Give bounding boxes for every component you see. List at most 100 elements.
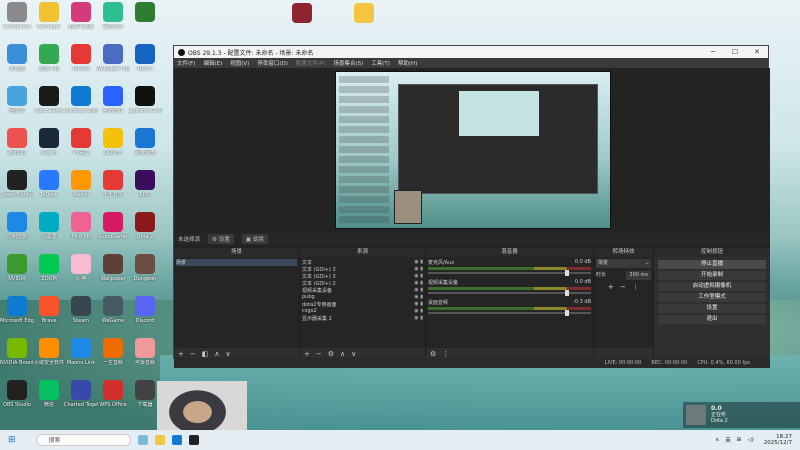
source-settings-button[interactable]: ⚙ 设置 bbox=[208, 234, 234, 244]
visibility-lock-icons[interactable]: ◉ ▮ bbox=[414, 273, 423, 280]
desktop-icon[interactable]: 千千音乐 bbox=[96, 170, 130, 198]
desktop-folder[interactable] bbox=[347, 3, 381, 25]
desktop-icon[interactable]: Logitech G HUB bbox=[128, 86, 162, 114]
move-down-button[interactable]: ∨ bbox=[226, 350, 231, 358]
visibility-lock-icons[interactable]: ◉ ▮ bbox=[414, 294, 423, 301]
desktop-icon[interactable]: 一生音频 bbox=[96, 338, 130, 366]
desktop-icon[interactable]: Wallpaper bbox=[96, 254, 130, 282]
media-widget[interactable]: 0.0 正在听 Dota 2 bbox=[683, 402, 800, 428]
visibility-lock-icons[interactable]: ◉ ▮ bbox=[414, 308, 423, 315]
desktop-icon[interactable]: NVIDIA bbox=[0, 254, 34, 282]
visibility-lock-icons[interactable]: ◉ ▮ bbox=[414, 301, 423, 308]
volume-slider[interactable] bbox=[428, 290, 591, 296]
desktop-icon[interactable]: 此电脑 bbox=[0, 44, 34, 72]
menu-tools[interactable]: 工具(T) bbox=[371, 59, 390, 67]
add-transition-button[interactable]: + bbox=[608, 283, 614, 291]
desktop-icon[interactable]: Steam bbox=[32, 128, 66, 156]
source-item[interactable]: 视频采集设备 ◉ ▮ bbox=[302, 287, 423, 294]
desktop-icon[interactable]: 腾讯QQ bbox=[0, 128, 34, 156]
scene-item[interactable]: 场景 bbox=[176, 259, 297, 266]
desktop-icon[interactable]: 腾讯游戏 bbox=[96, 86, 130, 114]
start-button-icon[interactable]: ⊞ bbox=[8, 435, 16, 445]
desktop-icon[interactable]: NVIDIA Broadcast bbox=[0, 338, 34, 366]
source-item[interactable]: 显示器采集 2 ◉ ▮ bbox=[302, 315, 423, 322]
source-item[interactable]: 文本 ◉ ▮ bbox=[302, 259, 423, 266]
visibility-lock-icons[interactable]: ◉ ▮ bbox=[414, 280, 423, 287]
desktop-icon[interactable]: WeGame bbox=[96, 296, 130, 324]
edge-icon[interactable] bbox=[171, 435, 182, 445]
desktop-icon[interactable]: Wallpaper Engine bbox=[96, 44, 130, 72]
source-item[interactable]: csgo2 ◉ ▮ bbox=[302, 308, 423, 315]
desktop-icon[interactable]: 原神 bbox=[64, 254, 98, 282]
desktop-icon[interactable]: Microsoft Edge bbox=[64, 86, 98, 114]
scenes-list[interactable]: 场景 bbox=[174, 257, 299, 348]
desktop-icon[interactable]: YY语音 bbox=[64, 128, 98, 156]
desktop-icon[interactable]: 迅雷下载 bbox=[32, 44, 66, 72]
desktop-icon[interactable]: MEmu bbox=[128, 44, 162, 72]
remove-source-button[interactable]: − bbox=[316, 350, 322, 358]
source-down-button[interactable]: ∨ bbox=[351, 350, 356, 358]
volume-slider[interactable] bbox=[428, 310, 591, 316]
move-up-button[interactable]: ∧ bbox=[214, 350, 219, 358]
desktop-icon[interactable]: Weixin bbox=[64, 170, 98, 198]
desktop-icon[interactable]: GoodGame bbox=[96, 212, 130, 240]
menu-help[interactable]: 帮助(H) bbox=[398, 59, 417, 67]
desktop-icon[interactable]: 火绒安全软件 bbox=[32, 338, 66, 366]
close-button[interactable]: ✕ bbox=[746, 48, 768, 56]
desktop-icon[interactable]: 剪映专业版 bbox=[64, 2, 98, 30]
remove-transition-button[interactable]: − bbox=[620, 283, 626, 291]
obs-taskbar-icon[interactable] bbox=[188, 435, 199, 445]
network-icon[interactable]: ⊞ bbox=[737, 437, 742, 443]
duration-input[interactable]: 300 ms bbox=[626, 271, 651, 280]
maximize-button[interactable]: ☐ bbox=[724, 48, 746, 56]
task-view-icon[interactable] bbox=[137, 435, 148, 445]
source-item[interactable]: pubg ◉ ▮ bbox=[302, 294, 423, 301]
preview-canvas[interactable] bbox=[335, 71, 611, 229]
source-properties-button[interactable]: ⚙ bbox=[328, 350, 334, 358]
menu-file[interactable]: 文件(F) bbox=[177, 59, 195, 67]
desktop-icon[interactable]: 回收站 bbox=[0, 86, 34, 114]
desktop-icon[interactable]: Discord bbox=[128, 296, 162, 324]
menu-view[interactable]: 视图(V) bbox=[230, 59, 249, 67]
search-input[interactable]: 搜索 bbox=[35, 434, 131, 446]
desktop-icon[interactable]: Pico VR bbox=[64, 212, 98, 240]
desktop-icon[interactable]: Microsoft Edge bbox=[0, 296, 34, 324]
volume-slider[interactable] bbox=[428, 270, 591, 276]
desktop-icon[interactable]: Steam bbox=[64, 296, 98, 324]
transition-menu-icon[interactable]: ⋮ bbox=[632, 283, 639, 291]
desktop-icon[interactable]: 控制面板 bbox=[0, 212, 34, 240]
volume-icon[interactable]: ◁) bbox=[747, 437, 753, 443]
control-button[interactable]: 设置 bbox=[658, 304, 766, 313]
desktop-icon[interactable]: QQ音乐 bbox=[96, 128, 130, 156]
add-source-button[interactable]: + bbox=[304, 350, 310, 358]
sources-list[interactable]: 文本 ◉ ▮ 文本 (GDI+) 3 ◉ ▮ 文本 (GDI+) 3 ◉ ▮ 文本 (GDI… bbox=[300, 257, 425, 348]
desktop-icon[interactable]: ZOOM bbox=[32, 254, 66, 282]
remove-scene-button[interactable]: − bbox=[190, 350, 196, 358]
control-button[interactable]: 启动虚拟摄像机 bbox=[658, 282, 766, 291]
menu-scene-collection[interactable]: 场景集合(S) bbox=[333, 59, 363, 67]
source-up-button[interactable]: ∧ bbox=[340, 350, 345, 358]
tray-chevron-icon[interactable]: ∧ bbox=[715, 437, 719, 443]
desktop-icon[interactable]: Xbox Game bbox=[32, 86, 66, 114]
control-button[interactable]: 工作室模式 bbox=[658, 293, 766, 302]
clock[interactable]: 18:27 2025/12/7 bbox=[764, 434, 792, 446]
add-scene-button[interactable]: + bbox=[178, 350, 184, 358]
desktop-icon[interactable]: Street Fighter 6 bbox=[0, 170, 34, 198]
source-item[interactable]: dota2专用画面 ◉ ▮ bbox=[302, 301, 423, 308]
source-item[interactable]: 文本 (GDI+) 3 ◉ ▮ bbox=[302, 266, 423, 273]
desktop-icon[interactable]: 我的生命 bbox=[96, 2, 130, 30]
tray-lang[interactable]: 英 bbox=[725, 436, 731, 444]
source-item[interactable]: 文本 (GDI+) 3 ◉ ▮ bbox=[302, 273, 423, 280]
minimize-button[interactable]: ─ bbox=[702, 48, 724, 56]
desktop-icon[interactable] bbox=[128, 2, 162, 24]
desktop-icon[interactable]: 百度网盘 bbox=[128, 128, 162, 156]
desktop-icon[interactable]: Dungeon bbox=[128, 254, 162, 282]
control-button[interactable]: 停止直播 bbox=[658, 260, 766, 269]
visibility-lock-icons[interactable]: ◉ ▮ bbox=[414, 259, 423, 266]
desktop-icon[interactable]: Maono Link bbox=[64, 338, 98, 366]
mixer-settings-icon[interactable]: ⚙ bbox=[430, 350, 436, 358]
visibility-lock-icons[interactable]: ◉ ▮ bbox=[414, 266, 423, 273]
menu-profile[interactable]: 配置文件(P) bbox=[296, 59, 326, 67]
source-filters-button[interactable]: ▣ 滤镜 bbox=[241, 234, 268, 244]
control-button[interactable]: 开始录制 bbox=[658, 271, 766, 280]
